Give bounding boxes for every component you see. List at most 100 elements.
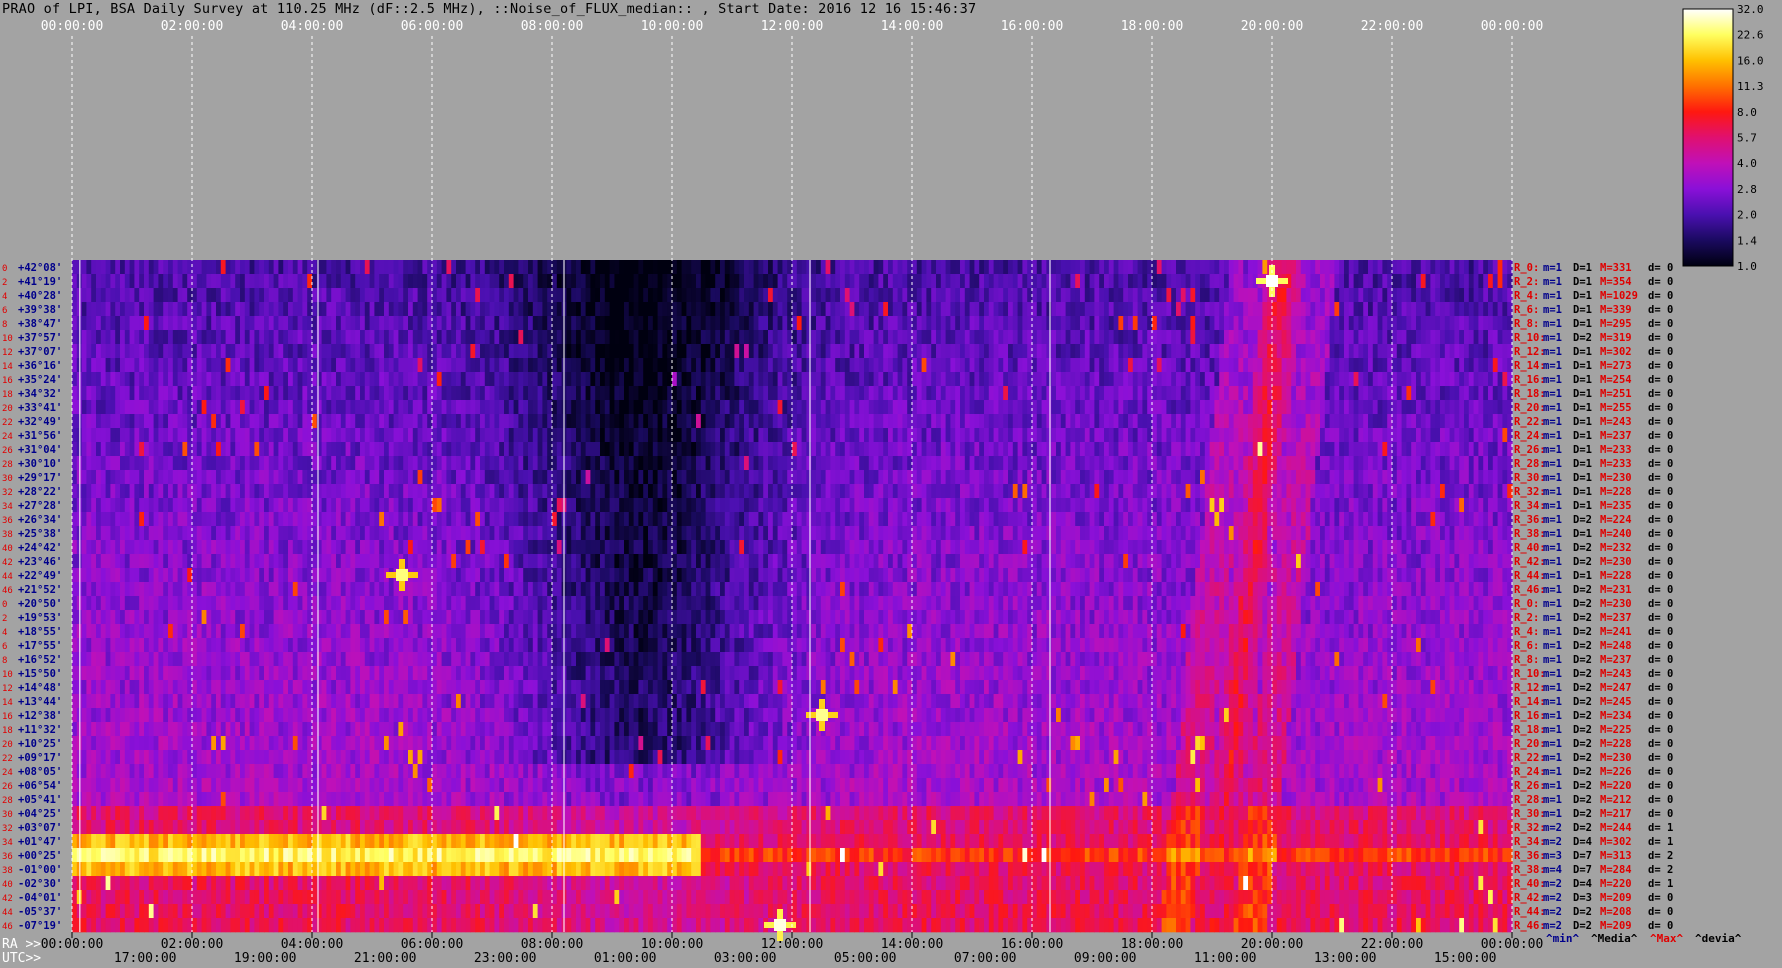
row-stat: R_26:m=1 D=2 M=220 d= 0	[1514, 780, 1673, 792]
row-stat: R_28:m=1 D=2 M=212 d= 0	[1514, 794, 1673, 806]
top-tick-label: 16:00:00	[1001, 19, 1064, 34]
row-stat: R_14:m=1 D=1 M=273 d= 0	[1514, 360, 1673, 372]
row-stat-field: R_32:	[1514, 486, 1546, 498]
row-stat-field: D=2	[1573, 542, 1592, 554]
row-stat-field: d= 0	[1648, 472, 1673, 484]
row-index: 10	[2, 334, 13, 344]
declination-label: +05°41'	[18, 794, 62, 806]
row-stat-field: R_14:	[1514, 360, 1546, 372]
row-stat-field: D=2	[1573, 332, 1592, 344]
declination-label: +39°38'	[18, 304, 62, 316]
utc-tick-label: 13:00:00	[1314, 951, 1377, 966]
stats-legend-item: ^min^	[1546, 932, 1579, 945]
row-stat-field: R_0:	[1514, 598, 1539, 610]
row-stat-field: d= 0	[1648, 766, 1673, 778]
row-stat-field: R_34:	[1514, 836, 1546, 848]
row-stat-field: M=233	[1600, 444, 1632, 456]
top-tick-label: 08:00:00	[521, 19, 584, 34]
row-index: 30	[2, 474, 13, 484]
row-index: 32	[2, 824, 13, 834]
row-stat-field: m=2	[1543, 906, 1562, 918]
row-stat: R_18:m=1 D=1 M=251 d= 0	[1514, 388, 1673, 400]
row-stat-field: D=2	[1573, 514, 1592, 526]
row-stat-field: D=2	[1573, 906, 1592, 918]
top-tick-label: 02:00:00	[161, 19, 224, 34]
row-stat: R_4: m=1 D=1 M=1029 d= 0	[1514, 290, 1673, 302]
row-stat-field: D=4	[1573, 836, 1592, 848]
declination-label: +06°54'	[18, 780, 62, 792]
row-stat-field: m=1	[1543, 780, 1562, 792]
row-stat: R_24:m=1 D=1 M=237 d= 0	[1514, 430, 1673, 442]
declination-label: +24°42'	[18, 542, 62, 554]
row-stat-field: m=1	[1543, 794, 1562, 806]
row-stat-field: D=2	[1573, 682, 1592, 694]
row-index: 14	[2, 698, 13, 708]
row-stat: R_2: m=1 D=2 M=237 d= 0	[1514, 612, 1673, 624]
top-tick-label: 14:00:00	[881, 19, 944, 34]
row-stat-field: m=1	[1543, 598, 1562, 610]
row-stat-field: d= 0	[1648, 752, 1673, 764]
row-stat-field: M=217	[1600, 808, 1632, 820]
row-stat-field: R_38:	[1514, 864, 1546, 876]
row-stat-field: d= 0	[1648, 500, 1673, 512]
declination-label: +12°38'	[18, 710, 62, 722]
row-stat-field: d= 0	[1648, 612, 1673, 624]
row-stat: R_16:m=1 D=1 M=254 d= 0	[1514, 374, 1673, 386]
row-stat: R_22:m=1 D=2 M=230 d= 0	[1514, 752, 1673, 764]
row-stat: R_38:m=4 D=7 M=284 d= 2	[1514, 864, 1673, 876]
row-stat-field: m=1	[1543, 808, 1562, 820]
row-stat-field: M=225	[1600, 724, 1632, 736]
row-stat-field: m=1	[1543, 318, 1562, 330]
row-stat-field: M=339	[1600, 304, 1632, 316]
row-stat-field: d= 1	[1648, 836, 1673, 848]
utc-tick-label: 21:00:00	[354, 951, 417, 966]
ra-axis-prefix: RA >>	[2, 937, 41, 952]
ra-tick-label: 00:00:00	[1481, 937, 1544, 952]
row-stat-field: R_18:	[1514, 388, 1546, 400]
top-tick-label: 18:00:00	[1121, 19, 1184, 34]
row-stat-field: d= 0	[1648, 304, 1673, 316]
row-stat: R_0: m=1 D=2 M=230 d= 0	[1514, 598, 1673, 610]
row-stat-field: m=1	[1543, 584, 1562, 596]
row-stat-field: d= 0	[1648, 696, 1673, 708]
row-stat-field: M=245	[1600, 696, 1632, 708]
ra-tick-label: 12:00:00	[761, 937, 824, 952]
row-index: 6	[2, 306, 7, 316]
row-index: 42	[2, 894, 13, 904]
row-stat-field: M=240	[1600, 528, 1632, 540]
row-index: 30	[2, 810, 13, 820]
row-stat-field: d= 0	[1648, 388, 1673, 400]
row-stat: R_20:m=1 D=1 M=255 d= 0	[1514, 402, 1673, 414]
row-stat-field: m=1	[1543, 360, 1562, 372]
row-stat-field: D=1	[1573, 570, 1592, 582]
row-stat-field: R_30:	[1514, 472, 1546, 484]
colorbar-tick-label: 2.0	[1737, 209, 1757, 222]
row-stat-field: m=1	[1543, 388, 1562, 400]
row-stat-field: m=1	[1543, 444, 1562, 456]
row-stat-field: M=220	[1600, 780, 1632, 792]
declination-label: +36°16'	[18, 360, 62, 372]
row-stat-field: d= 0	[1648, 374, 1673, 386]
stats-legend-item: ^Media^	[1591, 932, 1638, 945]
row-stat-field: M=230	[1600, 598, 1632, 610]
utc-tick-label: 03:00:00	[714, 951, 777, 966]
row-stat-field: d= 0	[1648, 514, 1673, 526]
declination-label: +33°41'	[18, 402, 62, 414]
heatmap-svg: 00:00:00 02:00:00 04:00:00 06:00:00 08:00:00…	[2, 3, 1764, 966]
row-stat-field: M=243	[1600, 416, 1632, 428]
row-stat-field: M=244	[1600, 822, 1632, 834]
row-stat-field: M=220	[1600, 878, 1632, 890]
row-stat-field: R_16:	[1514, 374, 1546, 386]
row-stat-field: D=1	[1573, 346, 1592, 358]
row-index: 0	[2, 600, 7, 610]
row-stat-field: R_38:	[1514, 528, 1546, 540]
row-stat-field: D=1	[1573, 304, 1592, 316]
row-index: 44	[2, 908, 13, 918]
declination-label: +15°50'	[18, 668, 62, 680]
declination-label: +16°52'	[18, 654, 62, 666]
row-index: 6	[2, 642, 7, 652]
row-stat: R_36:m=3 D=7 M=313 d= 2	[1514, 850, 1673, 862]
row-stat: R_10:m=1 D=2 M=319 d= 0	[1514, 332, 1673, 344]
declination-label: +38°47'	[18, 318, 62, 330]
row-stat: R_6: m=1 D=1 M=339 d= 0	[1514, 304, 1673, 316]
